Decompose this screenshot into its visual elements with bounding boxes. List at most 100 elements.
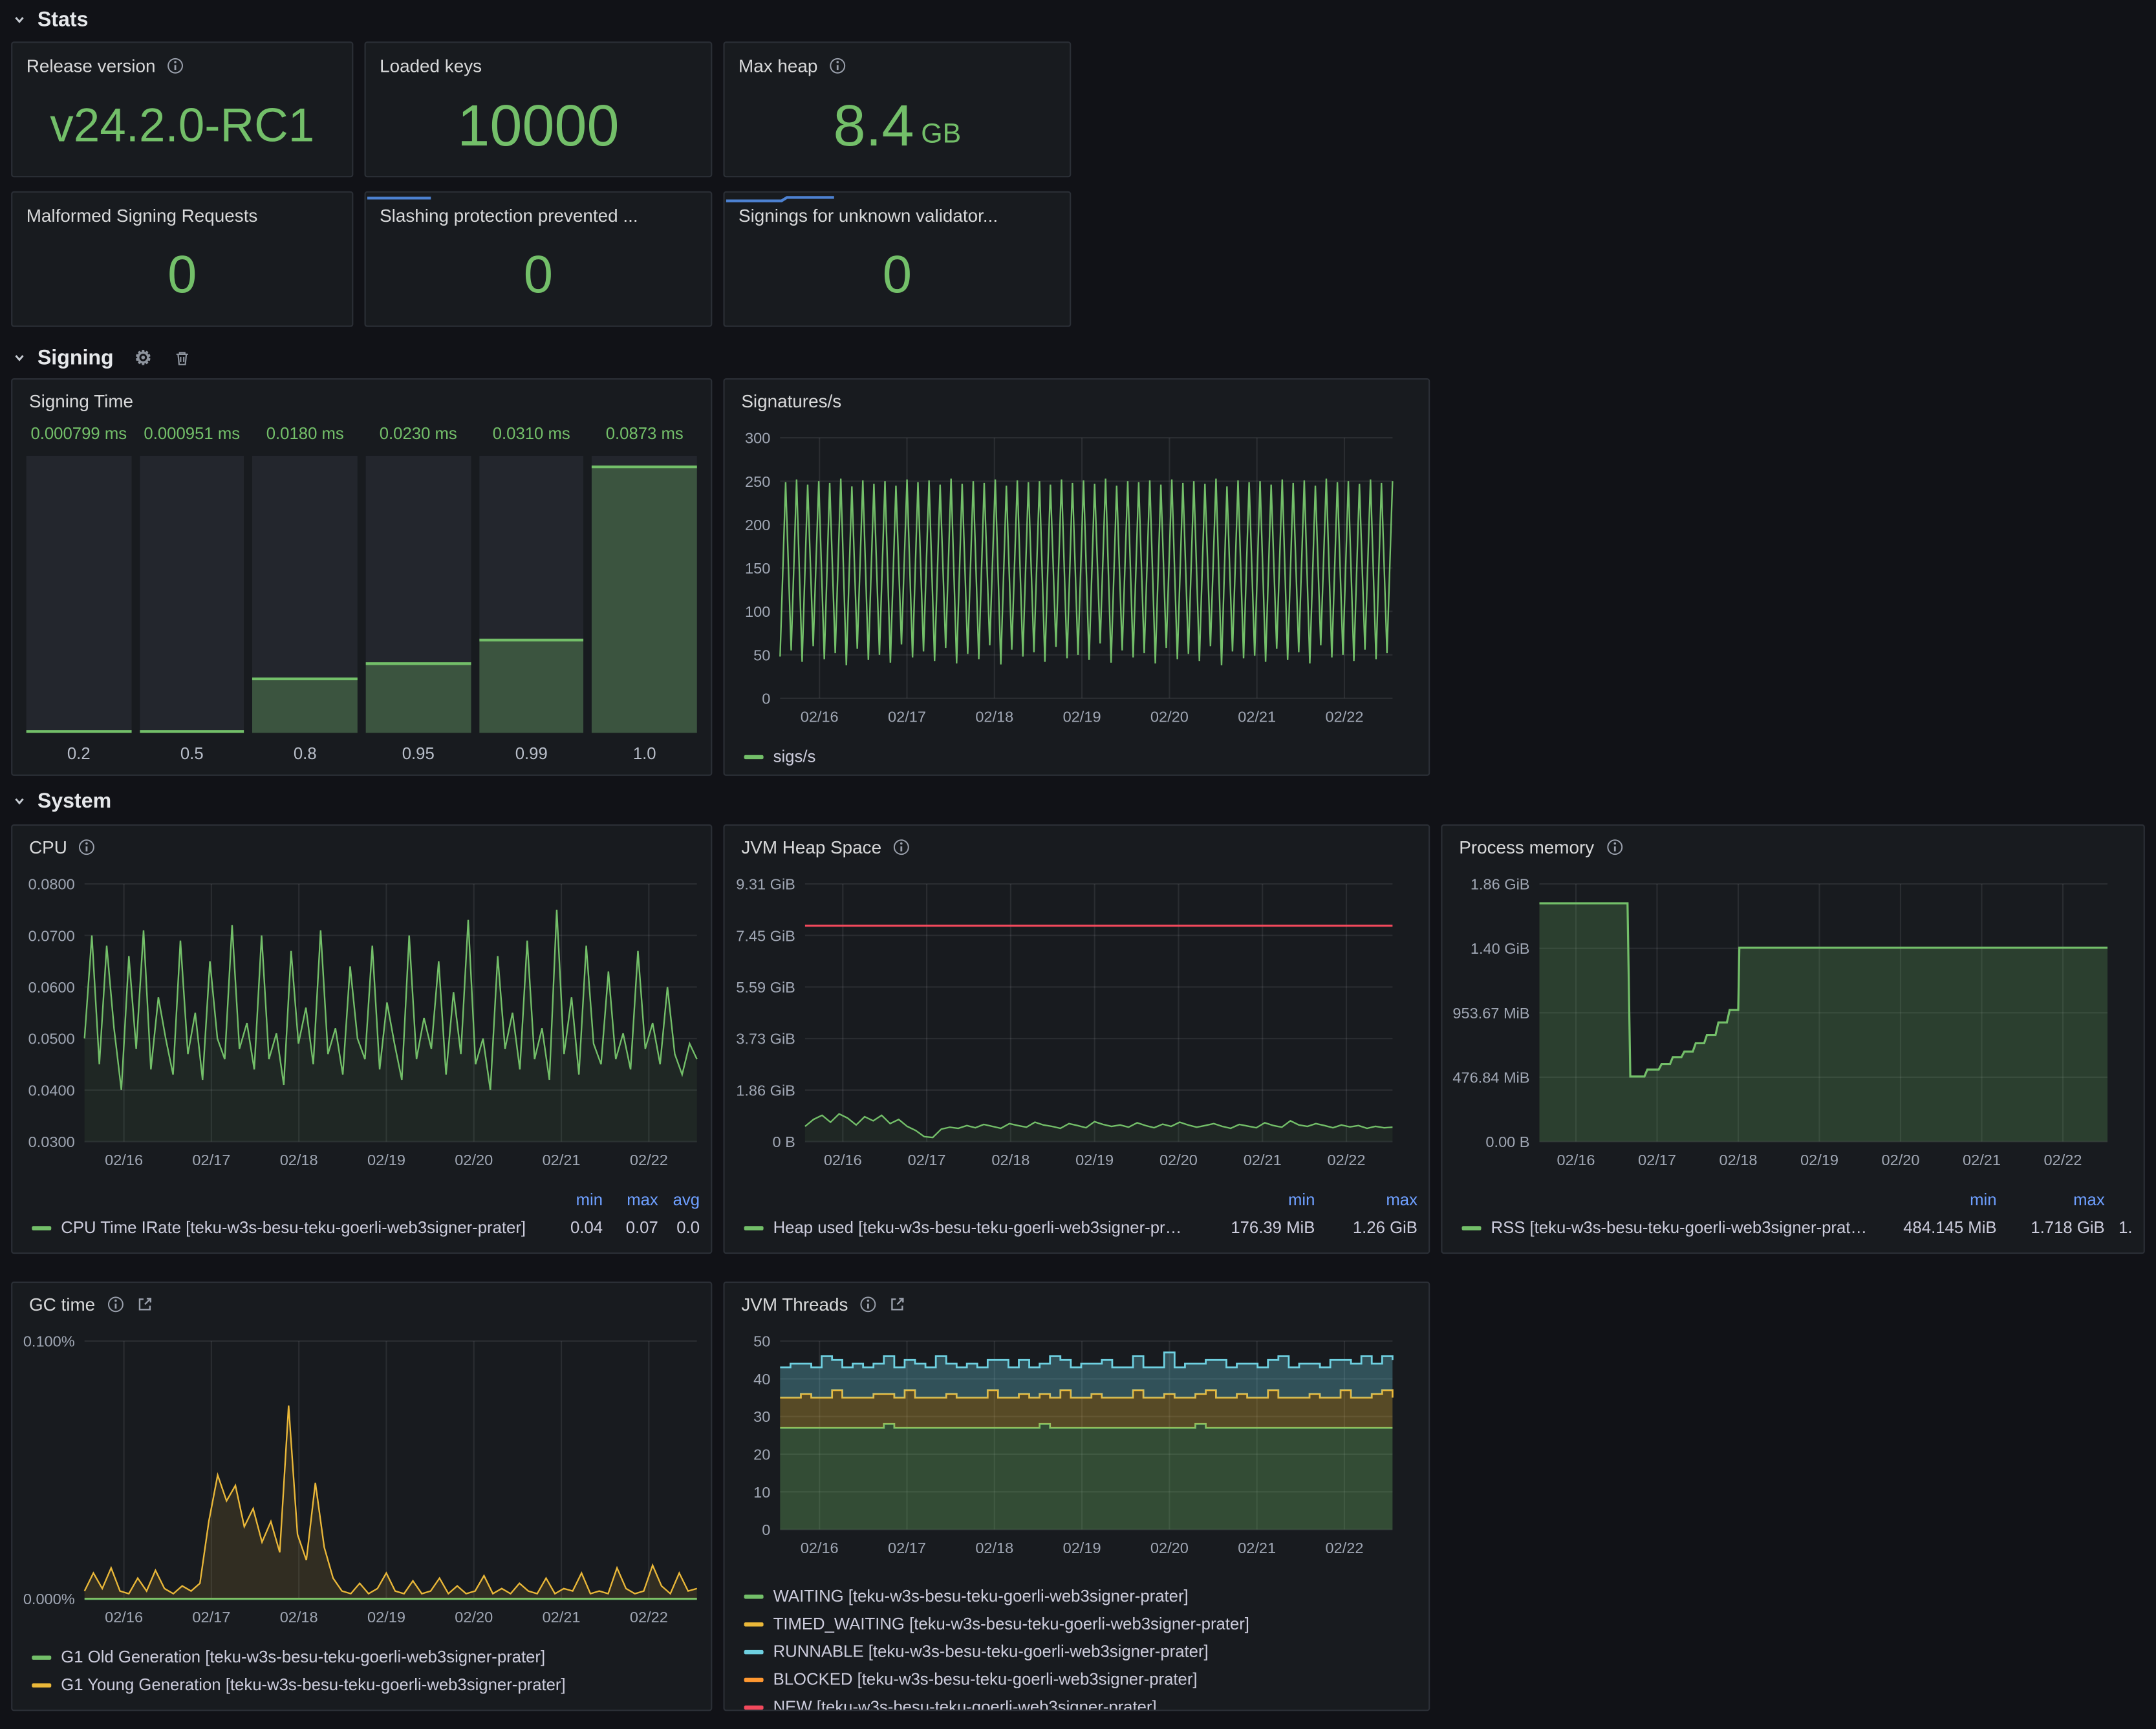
svg-text:476.84 MiB: 476.84 MiB — [1452, 1069, 1529, 1086]
svg-text:02/19: 02/19 — [1075, 1152, 1114, 1168]
svg-text:0: 0 — [762, 1521, 770, 1538]
svg-text:02/20: 02/20 — [455, 1152, 493, 1168]
bar-x-label: 0.99 — [479, 733, 584, 766]
svg-text:02/16: 02/16 — [801, 1540, 839, 1556]
panel-cpu: CPU 02/1602/1702/1802/1902/2002/2102/220… — [11, 824, 712, 1254]
bar-fill — [27, 729, 131, 733]
info-icon[interactable] — [78, 837, 96, 855]
legend-series-label[interactable]: NEW [teku-w3s-besu-teku-goerli-web3signe… — [773, 1697, 1157, 1710]
panel-title[interactable]: Slashing protection prevented ... — [380, 204, 638, 225]
info-icon[interactable] — [859, 1294, 878, 1313]
svg-text:3.73 GiB: 3.73 GiB — [736, 1031, 795, 1047]
legend-stat-value: 0.04 — [547, 1218, 603, 1237]
panel-signing-time: Signing Time 0.000799 ms0.20.000951 ms0.… — [11, 378, 712, 776]
section-header-system[interactable]: System — [11, 784, 111, 817]
svg-text:02/18: 02/18 — [280, 1609, 318, 1626]
svg-text:250: 250 — [745, 473, 770, 490]
legend-stat-header[interactable]: min — [1187, 1190, 1315, 1210]
svg-text:02/18: 02/18 — [975, 1540, 1013, 1556]
svg-text:02/19: 02/19 — [367, 1609, 405, 1626]
legend-stat-value: 1. — [2105, 1218, 2133, 1237]
stat-value: v24.2.0-RC1 — [50, 103, 314, 150]
legend-series-label[interactable]: WAITING [teku-w3s-besu-teku-goerli-web3s… — [773, 1586, 1189, 1606]
legend-series-label[interactable]: CPU Time IRate [teku-w3s-besu-teku-goerl… — [61, 1218, 526, 1237]
bar-column — [479, 456, 584, 733]
svg-text:02/20: 02/20 — [1150, 1540, 1189, 1556]
panel-jvm-threads: JVM Threads 02/1602/1702/1802/1902/2002/… — [723, 1282, 1430, 1711]
info-icon[interactable] — [106, 1294, 124, 1313]
legend-series-color — [744, 1622, 764, 1626]
legend-item: RUNNABLE [teku-w3s-besu-teku-goerli-web3… — [744, 1638, 1418, 1666]
legend-series-color — [744, 1225, 764, 1229]
svg-text:200: 200 — [745, 517, 770, 533]
legend-series-label[interactable]: BLOCKED [teku-w3s-besu-teku-goerli-web3s… — [773, 1670, 1198, 1689]
legend-item: CPU Time IRate [teku-w3s-besu-teku-goerl… — [32, 1214, 700, 1241]
info-icon[interactable] — [892, 837, 911, 855]
legend-series-label[interactable]: G1 Old Generation [teku-w3s-besu-teku-go… — [61, 1648, 545, 1667]
legend-series-label[interactable]: Heap used [teku-w3s-besu-teku-goerli-web… — [773, 1218, 1188, 1237]
bar-fill — [592, 466, 697, 733]
signing-time-bar: 0.0230 ms0.95 — [366, 424, 471, 766]
panel-signatures: Signatures/s 02/1602/1702/1802/1902/2002… — [723, 378, 1430, 776]
legend-header-row: minmax — [744, 1186, 1418, 1214]
panel-title[interactable]: Malformed Signing Requests — [27, 204, 258, 225]
panel-title[interactable]: Signing Time — [29, 390, 133, 411]
svg-text:1.40 GiB: 1.40 GiB — [1471, 940, 1530, 957]
section-header-stats[interactable]: Stats — [11, 3, 88, 36]
panel-title[interactable]: Release version — [27, 55, 156, 76]
svg-text:02/19: 02/19 — [1800, 1152, 1838, 1168]
bar-x-label: 0.2 — [27, 733, 131, 766]
legend-series-label[interactable]: sigs/s — [773, 747, 816, 766]
signing-time-bar: 0.000951 ms0.5 — [140, 424, 244, 766]
legend-series-label[interactable]: RUNNABLE [teku-w3s-besu-teku-goerli-web3… — [773, 1642, 1209, 1661]
legend-item: TIMED_WAITING [teku-w3s-besu-teku-goerli… — [744, 1610, 1418, 1638]
svg-text:02/16: 02/16 — [105, 1609, 143, 1626]
panel-title[interactable]: Signatures/s — [741, 390, 841, 411]
bar-column — [140, 456, 244, 733]
svg-text:100: 100 — [745, 603, 770, 620]
section-header-signing[interactable]: Signing ⚙ — [11, 341, 191, 374]
panel-title[interactable]: JVM Heap Space — [741, 836, 881, 857]
svg-text:0.0400: 0.0400 — [28, 1082, 75, 1099]
legend-stat-header[interactable]: min — [547, 1190, 603, 1210]
legend-header-row: minmaxavg — [32, 1186, 700, 1214]
legend-item: sigs/s — [744, 742, 1418, 770]
panel-title[interactable]: Max heap — [738, 55, 817, 76]
signing-time-bar: 0.0180 ms0.8 — [253, 424, 358, 766]
legend-stat-header[interactable]: min — [1869, 1190, 1996, 1210]
legend-stat-header[interactable]: max — [603, 1190, 658, 1210]
bar-value-label: 0.0873 ms — [592, 424, 697, 449]
external-link-icon[interactable] — [889, 1294, 907, 1313]
svg-text:02/20: 02/20 — [455, 1609, 493, 1626]
legend-series-label[interactable]: G1 Young Generation [teku-w3s-besu-teku-… — [61, 1675, 565, 1694]
bar-column — [366, 456, 471, 733]
svg-text:30: 30 — [753, 1408, 770, 1425]
panel-title[interactable]: Signings for unknown validator... — [738, 204, 998, 225]
legend-series-color — [32, 1655, 51, 1659]
section-title: System — [38, 789, 111, 812]
panel-title[interactable]: Loaded keys — [380, 55, 482, 76]
external-link-icon[interactable] — [135, 1294, 153, 1313]
svg-text:0.0600: 0.0600 — [28, 979, 75, 996]
panel-title[interactable]: CPU — [29, 836, 67, 857]
info-icon[interactable] — [1605, 837, 1623, 855]
svg-text:0.0500: 0.0500 — [28, 1031, 75, 1047]
panel-title[interactable]: GC time — [29, 1293, 95, 1314]
legend-series-label[interactable]: RSS [teku-w3s-besu-teku-goerli-web3signe… — [1491, 1218, 1870, 1237]
svg-text:02/22: 02/22 — [630, 1152, 668, 1168]
legend-stat-header[interactable]: max — [1997, 1190, 2105, 1210]
legend-stat-header[interactable]: avg — [658, 1190, 700, 1210]
panel-title[interactable]: JVM Threads — [741, 1293, 848, 1314]
panel-loaded-keys: Loaded keys 10000 — [365, 41, 713, 177]
legend-stat-header[interactable]: max — [1315, 1190, 1418, 1210]
info-icon[interactable] — [167, 56, 185, 74]
panel-title[interactable]: Process memory — [1459, 836, 1594, 857]
gear-icon[interactable]: ⚙ — [135, 348, 152, 367]
info-icon[interactable] — [829, 56, 847, 74]
svg-text:02/17: 02/17 — [888, 708, 926, 725]
svg-text:02/20: 02/20 — [1882, 1152, 1920, 1168]
legend-series-label[interactable]: TIMED_WAITING [teku-w3s-besu-teku-goerli… — [773, 1614, 1249, 1633]
svg-text:02/16: 02/16 — [1557, 1152, 1595, 1168]
legend-stat-value: 1.26 GiB — [1315, 1218, 1418, 1237]
trash-icon[interactable] — [173, 349, 191, 367]
